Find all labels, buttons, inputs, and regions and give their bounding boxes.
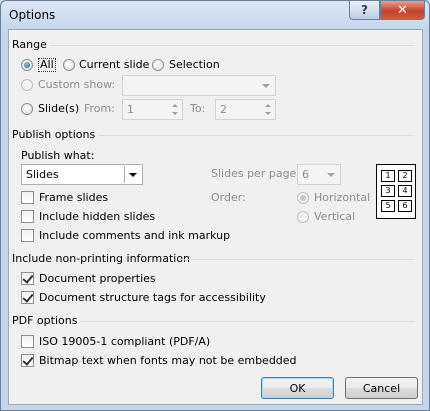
options-dialog: Options ? ✕ Range All Current slide Sele… <box>0 0 430 411</box>
include-hidden-label[interactable]: Include hidden slides <box>39 210 155 223</box>
order-vertical-radio[interactable] <box>297 211 309 223</box>
publish-what-select[interactable]: Slides <box>21 164 143 185</box>
nonprinting-heading: Include non-printing information <box>12 252 191 265</box>
help-icon: ? <box>361 3 368 17</box>
from-spinner[interactable]: 1 <box>122 99 183 120</box>
spin-down-icon[interactable] <box>262 110 274 119</box>
frame-slides-label[interactable]: Frame slides <box>39 191 108 204</box>
custom-show-label: Custom show: <box>38 78 116 91</box>
slides-per-page-select[interactable]: 6 <box>297 164 341 185</box>
selection-label[interactable]: Selection <box>169 58 220 71</box>
chevron-down-icon[interactable] <box>323 166 339 183</box>
include-hidden-checkbox[interactable] <box>21 210 34 223</box>
pdf-heading: PDF options <box>12 314 78 327</box>
order-label: Order: <box>211 191 246 204</box>
custom-show-select[interactable] <box>122 75 276 96</box>
current-slide-radio[interactable] <box>63 59 75 71</box>
close-icon: ✕ <box>397 2 408 18</box>
range-divider <box>49 45 415 46</box>
publish-heading: Publish options <box>12 128 96 141</box>
publish-what-value: Slides <box>26 168 59 181</box>
spin-up-icon[interactable] <box>169 101 181 110</box>
pdf-divider <box>79 321 415 322</box>
doc-structure-tags-label[interactable]: Document structure tags for accessibilit… <box>39 291 266 304</box>
slides-per-page-label: Slides per page: <box>211 167 301 180</box>
doc-properties-checkbox[interactable] <box>21 272 34 285</box>
order-horizontal-radio[interactable] <box>297 192 309 204</box>
publish-divider <box>98 135 415 136</box>
selection-radio[interactable] <box>152 59 164 71</box>
dialog-title: Options <box>9 8 56 22</box>
slides-range-radio[interactable] <box>21 103 33 115</box>
frame-slides-checkbox[interactable] <box>21 191 34 204</box>
iso-compliant-checkbox[interactable] <box>21 335 34 348</box>
publish-what-label: Publish what: <box>21 149 95 162</box>
cancel-button[interactable]: Cancel <box>345 377 418 399</box>
bitmap-text-label[interactable]: Bitmap text when fonts may not be embedd… <box>39 354 297 367</box>
spin-up-icon[interactable] <box>262 101 274 110</box>
range-heading: Range <box>12 38 47 51</box>
preview-cell: 1 <box>381 170 395 182</box>
slides-layout-preview: 1 2 3 4 5 6 <box>376 164 416 219</box>
from-spin-buttons[interactable] <box>169 101 181 118</box>
slides-range-label[interactable]: Slide(s) <box>38 102 79 115</box>
custom-show-radio[interactable] <box>21 79 33 91</box>
spin-down-icon[interactable] <box>169 110 181 119</box>
preview-cell: 6 <box>398 200 412 212</box>
preview-cell: 2 <box>398 170 412 182</box>
current-slide-label[interactable]: Current slide <box>79 58 149 71</box>
to-label: To: <box>190 102 206 115</box>
dialog-body: Range All Current slide Selection Custom… <box>8 29 423 405</box>
preview-cell: 3 <box>381 185 395 197</box>
to-spin-buttons[interactable] <box>262 101 274 118</box>
doc-properties-label[interactable]: Document properties <box>39 272 156 285</box>
ok-button[interactable]: OK <box>261 377 334 399</box>
include-comments-label[interactable]: Include comments and ink markup <box>39 229 230 242</box>
include-comments-checkbox[interactable] <box>21 229 34 242</box>
preview-cell: 4 <box>398 185 412 197</box>
to-spinner[interactable]: 2 <box>215 99 276 120</box>
range-all-label[interactable]: All <box>38 58 56 72</box>
from-label: From: <box>84 102 115 115</box>
order-horizontal-label: Horizontal <box>314 191 371 204</box>
close-button[interactable]: ✕ <box>380 1 425 20</box>
nonprinting-divider <box>179 259 415 260</box>
doc-structure-tags-checkbox[interactable] <box>21 291 34 304</box>
bitmap-text-checkbox[interactable] <box>21 354 34 367</box>
range-all-radio[interactable] <box>21 59 33 71</box>
from-value: 1 <box>127 103 134 116</box>
iso-compliant-label[interactable]: ISO 19005-1 compliant (PDF/A) <box>39 335 210 348</box>
help-button[interactable]: ? <box>349 1 380 20</box>
order-vertical-label: Vertical <box>314 210 356 223</box>
to-value: 2 <box>220 103 227 116</box>
chevron-down-icon[interactable] <box>258 77 274 94</box>
preview-cell: 5 <box>381 200 395 212</box>
chevron-down-icon[interactable] <box>124 166 141 183</box>
slides-per-page-value: 6 <box>302 168 309 181</box>
